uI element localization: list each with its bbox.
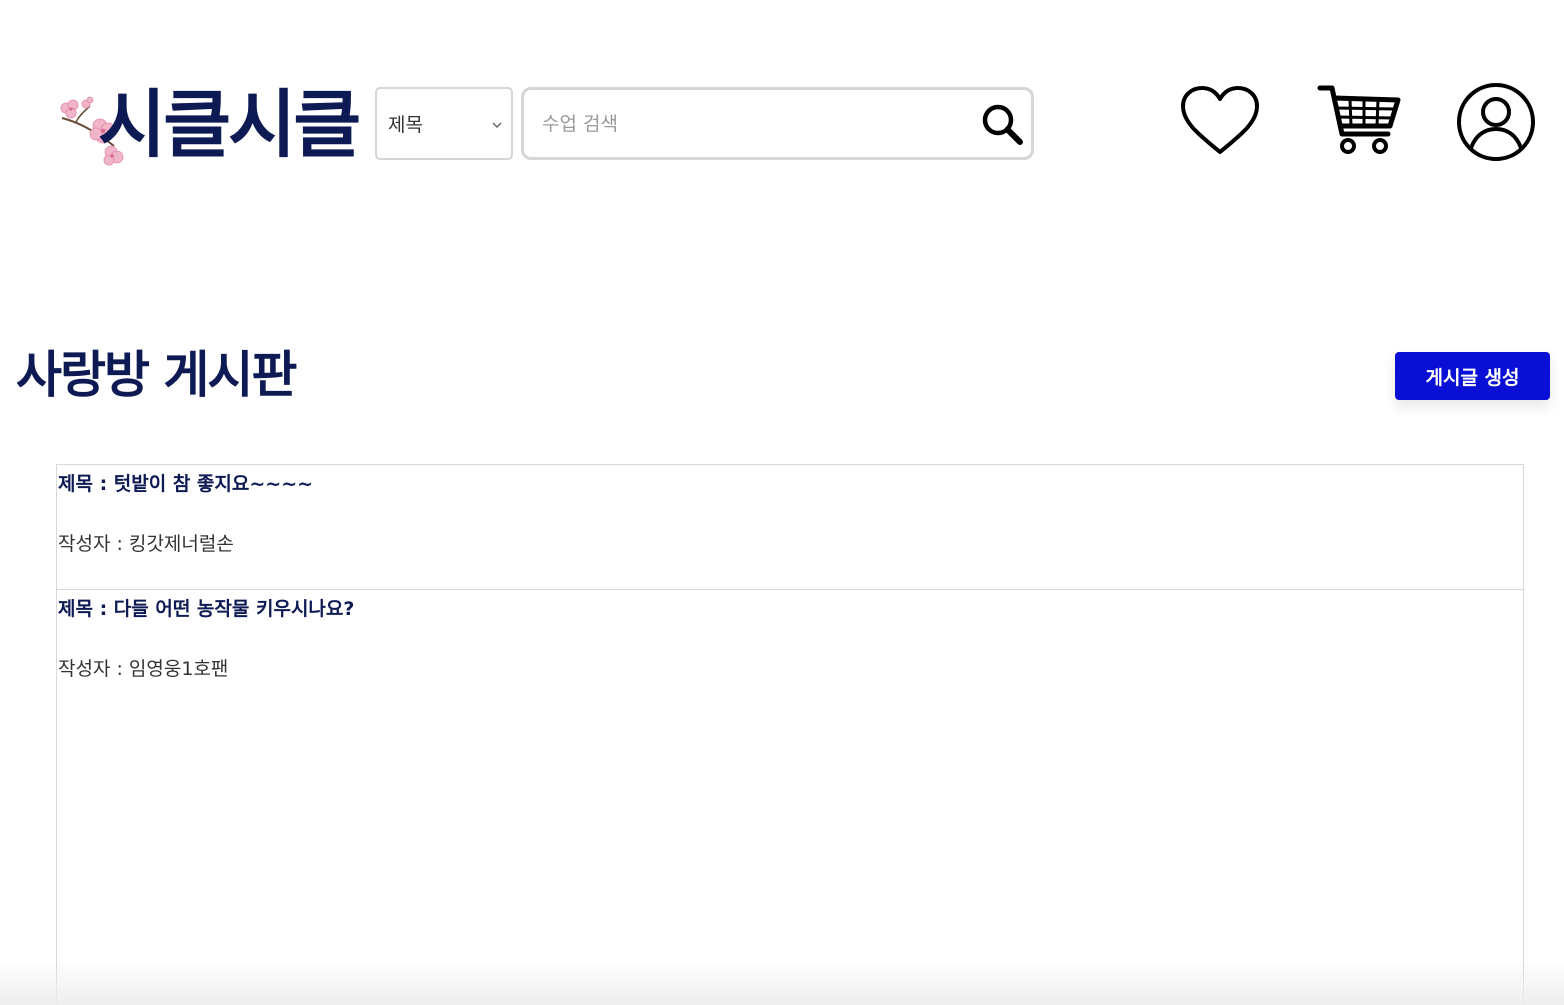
post-author: 작성자 : 임영웅1호팬 <box>58 658 229 680</box>
post-item[interactable]: 제목 : 텃밭이 참 좋지요~~~~ 작성자 : 킹갓제너럴손 <box>56 464 1524 590</box>
cart-icon <box>1317 85 1401 154</box>
site-logo[interactable]: 시클시클 <box>56 82 366 168</box>
post-author: 작성자 : 킹갓제너럴손 <box>58 533 234 555</box>
logo-text: 시클시클 <box>98 82 361 168</box>
heart-icon <box>1181 86 1259 154</box>
user-icon <box>1457 83 1535 161</box>
search-button[interactable] <box>978 100 1026 148</box>
cart-button[interactable] <box>1316 82 1402 158</box>
search-icon <box>982 104 1023 145</box>
post-list: 제목 : 텃밭이 참 좋지요~~~~ 작성자 : 킹갓제너럴손 제목 : 다들 … <box>56 464 1524 1005</box>
search-type-value: 제목 <box>388 114 423 136</box>
wishlist-button[interactable] <box>1178 84 1262 158</box>
page: 시클시클 제목 수업 검색 사랑방 게시판 게시글 생성 제목: 텃밭이 참 … <box>0 0 1564 1005</box>
create-post-button[interactable]: 게시글 생성 <box>1395 352 1550 400</box>
search-type-select[interactable]: 제목 <box>375 87 513 160</box>
profile-button[interactable] <box>1456 82 1536 162</box>
post-item[interactable]: 제목 : 다들 어떤 농작물 키우시나요? 작성자 : 임영웅1호팬 <box>56 589 1524 1005</box>
post-title: 제목 : 텃밭이 참 좋지요~~~~ <box>58 473 314 495</box>
search-input[interactable] <box>542 108 962 140</box>
chevron-down-icon <box>492 122 502 129</box>
search-bar <box>521 87 1034 160</box>
page-title: 사랑방 게시판 <box>16 346 297 404</box>
post-title: 제목 : 다들 어떤 농작물 키우시나요? <box>58 598 355 620</box>
